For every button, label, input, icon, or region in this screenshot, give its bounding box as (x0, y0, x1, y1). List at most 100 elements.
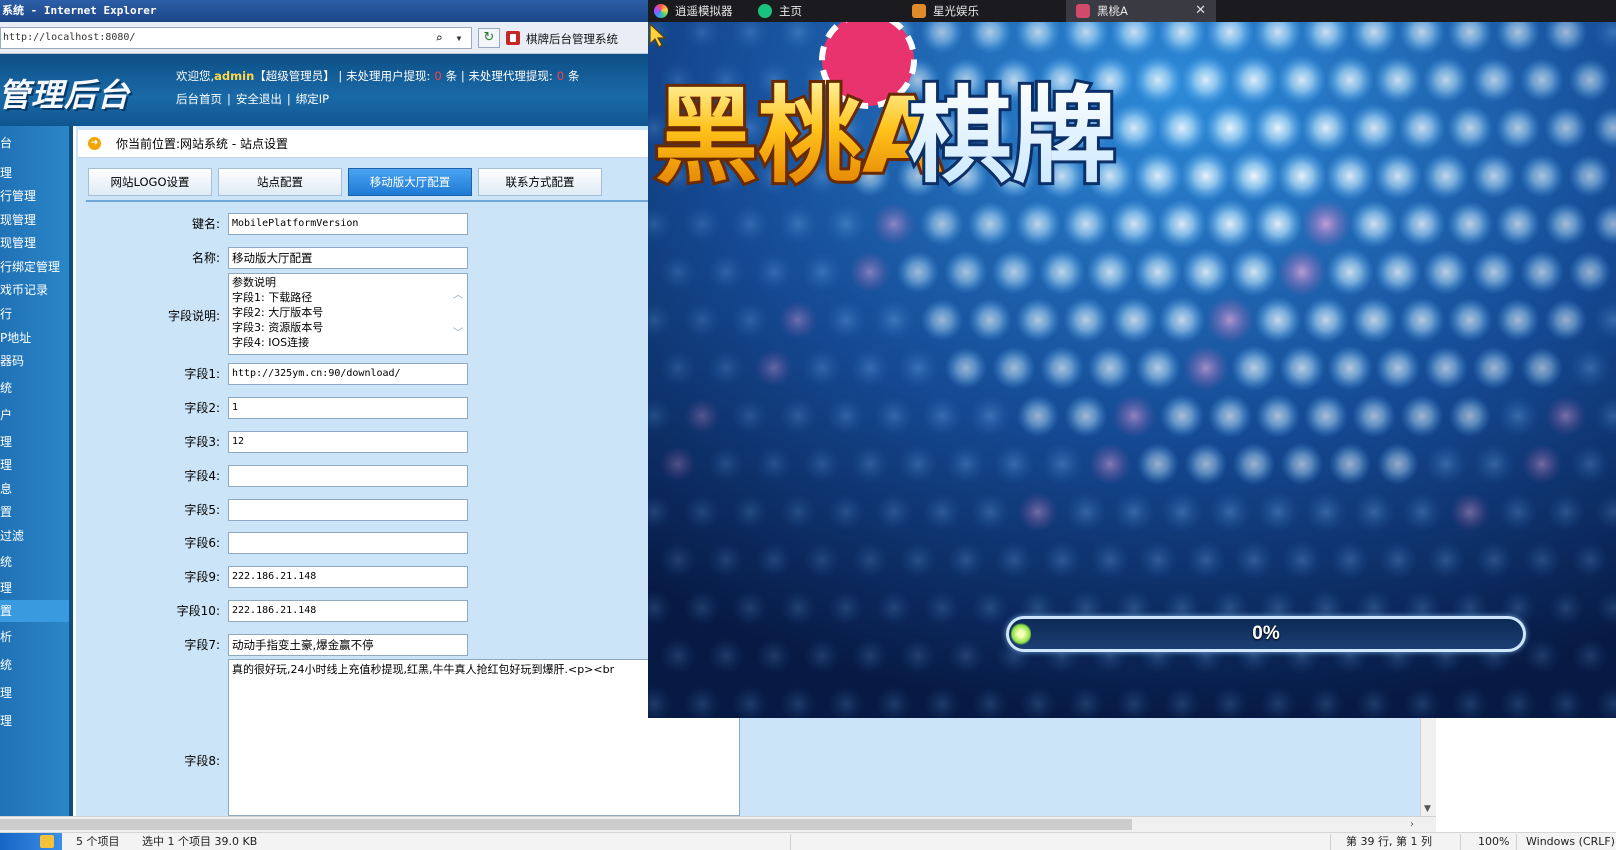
field-label: 字段2: (184, 401, 220, 415)
item-count: 5 个项目 (76, 835, 120, 848)
line-ending: Windows (CRLF) (1526, 835, 1615, 848)
taskbar-thumbnail[interactable] (0, 833, 62, 850)
desc-textarea[interactable]: 参数说明 字段1: 下载路径 字段2: 大厅版本号 字段3: 资源版本号 字段4… (228, 273, 468, 355)
scroll-down-icon[interactable]: ﹀ (453, 326, 463, 341)
sidebar-item[interactable]: 理 (0, 454, 69, 476)
sidebar-item[interactable]: 行绑定管理 (0, 256, 69, 278)
bokeh-dot (1398, 104, 1446, 152)
link-logout[interactable]: 安全退出 (236, 92, 282, 106)
sidebar-item[interactable]: 统 (0, 377, 69, 399)
horizontal-scrollbar[interactable]: › (0, 816, 1436, 832)
key-input[interactable]: MobilePlatformVersion (228, 213, 468, 235)
tab-bar: 网站LOGO设置 站点配置 移动版大厅配置 联系方式配置 (88, 168, 648, 198)
dropdown-icon[interactable]: ▾ (451, 30, 467, 46)
refresh-button[interactable]: ↻ (478, 28, 500, 48)
field-label: 字段9: (184, 570, 220, 584)
scroll-up-icon[interactable]: ︿ (453, 288, 463, 303)
pending-agent-label: | 未处理代理提现: (460, 69, 553, 83)
bokeh-dot (1400, 394, 1444, 438)
link-home[interactable]: 后台首页 (176, 92, 222, 106)
bokeh-dot (1112, 394, 1156, 438)
address-bar[interactable]: http://localhost:8080/ ⌕ ▾ (0, 27, 472, 49)
scroll-right-arrow-icon[interactable]: › (1410, 817, 1414, 833)
bokeh-dot (1374, 56, 1422, 104)
bokeh-dot (1277, 247, 1327, 297)
field3-input[interactable]: 12 (228, 431, 468, 453)
bokeh-dot (1471, 153, 1517, 199)
sidebar-item[interactable]: 置 (0, 501, 69, 523)
link-bind-ip[interactable]: 绑定IP (296, 92, 329, 106)
search-icon[interactable]: ⌕ (431, 30, 447, 46)
game-viewport[interactable]: 黑桃A 棋牌 0% (648, 22, 1616, 718)
tab-logo-settings[interactable]: 网站LOGO设置 (88, 168, 212, 196)
pending-agent-count[interactable]: 0 (557, 69, 564, 83)
bokeh-dot (1209, 491, 1251, 533)
sidebar-item[interactable]: 理 (0, 682, 69, 704)
scroll-down-arrow-icon[interactable]: ▼ (1424, 804, 1431, 814)
desc-line: 字段4: IOS连接 (232, 336, 310, 349)
bokeh-dot (660, 350, 696, 386)
sidebar-item[interactable]: 息 (0, 478, 69, 500)
bokeh-dot (828, 590, 864, 626)
sidebar-item[interactable]: 统 (0, 551, 69, 573)
sidebar-item[interactable]: 器码 (0, 350, 69, 372)
bokeh-dot (850, 444, 890, 484)
scrollbar-thumb[interactable] (0, 819, 1132, 830)
field10-input[interactable]: 222.186.21.148 (228, 600, 468, 622)
sidebar-item[interactable]: 台 (0, 132, 69, 154)
sidebar-item[interactable]: 理 (0, 431, 69, 453)
field2-input[interactable]: 1 (228, 397, 468, 419)
pending-user-unit: 条 (445, 69, 458, 83)
sidebar-item[interactable]: 行管理 (0, 185, 69, 207)
sidebar-item[interactable]: P地址 (0, 327, 69, 349)
tab-emulator-home[interactable]: 逍遥模拟器 (654, 0, 754, 22)
location-icon: ➜ (88, 137, 101, 150)
tab-label: 逍遥模拟器 (675, 4, 733, 18)
bokeh-dot (1325, 55, 1375, 105)
field5-input[interactable] (228, 499, 468, 521)
sidebar-item[interactable]: 现管理 (0, 209, 69, 231)
sidebar-item[interactable]: 理 (0, 577, 69, 599)
tab-xingguang[interactable]: 星光娱乐 (912, 0, 1062, 22)
bokeh-dot (1136, 442, 1180, 486)
bokeh-dot (755, 445, 793, 483)
tab-label: 主页 (779, 4, 802, 18)
tab-heitaoa[interactable]: 黑桃A ✕ (1066, 0, 1216, 22)
sidebar-item[interactable]: 行 (0, 303, 69, 325)
admin-welcome: 欢迎您,admin【超级管理员】 | 未处理用户提现: 0 条 | 未处理代理提现:… (176, 68, 580, 84)
bokeh-dot (1520, 250, 1564, 294)
bokeh-dot (1229, 247, 1279, 297)
name-input[interactable]: 移动版大厅配置 (228, 247, 468, 269)
field6-input[interactable] (228, 532, 468, 554)
bokeh-dot (1496, 298, 1540, 342)
browser-tab[interactable]: 棋牌后台管理系统 (506, 26, 648, 52)
tab-label: 黑桃A (1097, 4, 1128, 18)
bokeh-dot (1422, 152, 1470, 200)
sidebar-item-active[interactable]: 置 (0, 600, 69, 622)
field4-input[interactable] (228, 465, 468, 487)
tab-mobile-lobby-config[interactable]: 移动版大厅配置 (348, 168, 472, 196)
field1-input[interactable]: http://325ym.cn:90/download/ (228, 363, 468, 385)
sidebar-item[interactable]: 户 (0, 404, 69, 426)
field7-input[interactable]: 动动手指变土豪,爆金赢不停 (228, 634, 468, 656)
bokeh-dot (1374, 152, 1422, 200)
tab-home[interactable]: 主页 (758, 0, 908, 22)
bokeh-dot (1523, 541, 1561, 579)
sidebar-item[interactable]: 析 (0, 626, 69, 648)
bokeh-dot (1113, 491, 1155, 533)
bokeh-dot (896, 250, 940, 294)
name-label: 名称: (191, 251, 220, 265)
sidebar-item[interactable]: 现管理 (0, 232, 69, 254)
field9-input[interactable]: 222.186.21.148 (228, 566, 468, 588)
sidebar-item[interactable]: 理 (0, 162, 69, 184)
link-separator: | (286, 92, 291, 106)
sidebar-item[interactable]: 统 (0, 654, 69, 676)
sidebar-item[interactable]: 戏币记录 (0, 279, 69, 301)
pending-user-count[interactable]: 0 (434, 69, 441, 83)
close-icon[interactable]: ✕ (1195, 0, 1206, 22)
tab-contact-config[interactable]: 联系方式配置 (478, 168, 602, 196)
sidebar-item[interactable]: 理 (0, 710, 69, 732)
bokeh-dot (947, 541, 985, 579)
tab-site-config[interactable]: 站点配置 (218, 168, 342, 196)
sidebar-item[interactable]: 过滤 (0, 525, 69, 547)
